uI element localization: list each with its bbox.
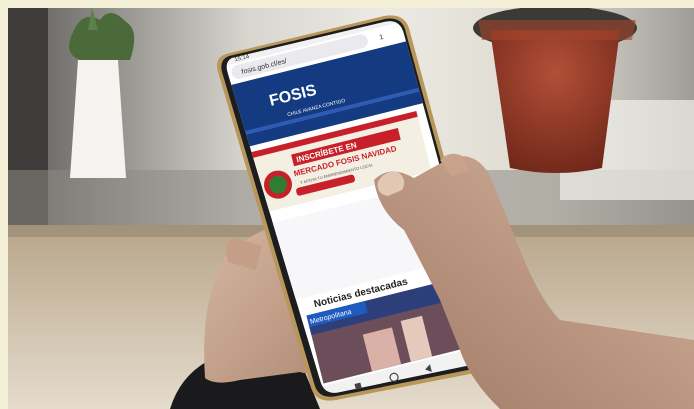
photo-scene: 15:14 fosis.gob.cl/es/ 1 FOSIS CHILE AVA… <box>8 8 694 409</box>
photo-frame: 15:14 fosis.gob.cl/es/ 1 FOSIS CHILE AVA… <box>8 8 694 409</box>
